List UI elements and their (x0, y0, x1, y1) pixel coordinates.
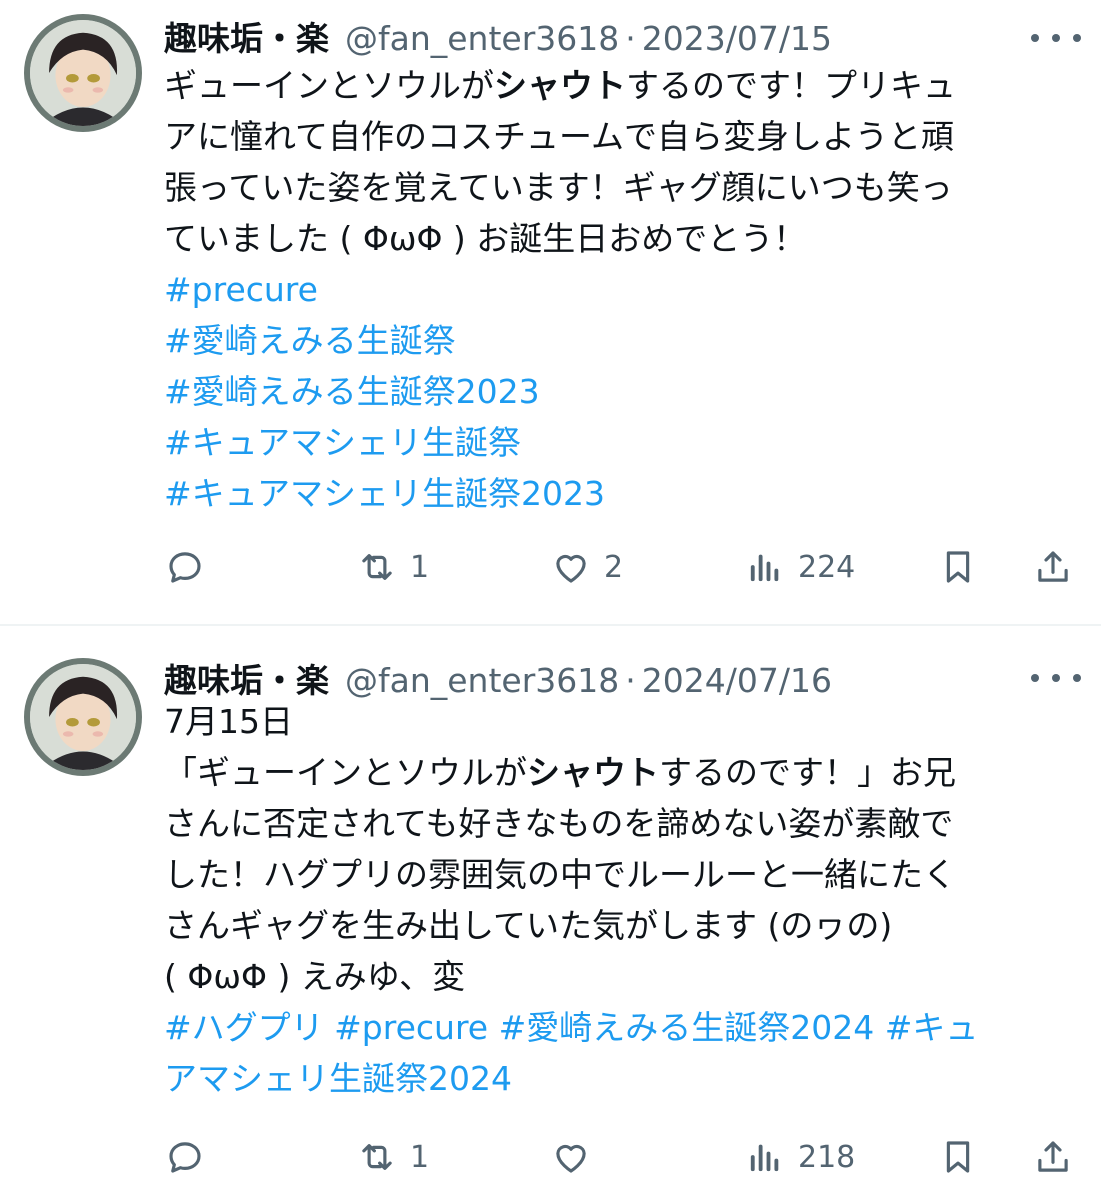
action-bar: 1 2 224 (164, 542, 1082, 592)
bold-text: シャウト (527, 753, 659, 792)
tweet-text: ギューインとソウルがシャウトするのです！プリキュ アに憧れて自作のコスチュームで… (164, 60, 1074, 519)
share-button[interactable] (1032, 542, 1074, 592)
text-segment: するのです！プリキュ (626, 66, 956, 105)
text-segment: ギューインとソウルが (164, 66, 494, 105)
text-line: 張っていた姿を覚えています！ギャグ顔にいつも笑っ (164, 168, 953, 207)
tweet-date[interactable]: 2023/07/15 (642, 19, 832, 58)
action-bar: 1 218 (164, 1132, 1082, 1182)
share-button[interactable] (1032, 1132, 1074, 1182)
text-line: ていました ( ΦωΦ ) お誕生日おめでとう！ (164, 219, 807, 258)
avatar-image (30, 664, 136, 770)
text-line: さんギャグを生み出していた気がします (のヮの) (164, 906, 893, 945)
text-line: アに憧れて自作のコスチュームで自ら変身しようと頑 (164, 117, 955, 156)
avatar-image (30, 20, 136, 126)
tweet-header: 趣味垢・楽 @fan_enter3618 · 2023/07/15 (164, 12, 832, 58)
tweet-2[interactable]: 趣味垢・楽 @fan_enter3618 · 2024/07/16 7月15日 … (0, 626, 1101, 1199)
username-handle[interactable]: @fan_enter3618 (345, 19, 619, 58)
views-count: 218 (798, 1139, 856, 1175)
tweet-date[interactable]: 2024/07/16 (642, 661, 832, 700)
bold-text: シャウト (494, 66, 626, 105)
views-count: 224 (798, 549, 856, 585)
retweet-button[interactable]: 1 (356, 1132, 429, 1182)
text-line: 7月15日 (164, 702, 293, 741)
text-line: 「ギューインとソウルがシャウトするのです！」お兄 (164, 747, 1074, 798)
hashtag-link[interactable]: #precure (164, 264, 1074, 315)
display-name[interactable]: 趣味垢・楽 (164, 654, 329, 702)
retweet-icon (362, 554, 392, 580)
avatar[interactable] (24, 14, 142, 132)
retweet-icon (362, 1144, 392, 1170)
tweet-text: 7月15日 「ギューインとソウルがシャウトするのです！」お兄 さんに否定されても… (164, 696, 1074, 1104)
views-button[interactable]: 224 (744, 542, 855, 592)
separator-dot: · (625, 661, 636, 700)
share-icon (1038, 1141, 1068, 1172)
retweet-count: 1 (410, 1139, 430, 1175)
like-button[interactable] (550, 1132, 604, 1182)
more-icon[interactable] (1031, 28, 1081, 48)
views-button[interactable]: 218 (744, 1132, 855, 1182)
reply-button[interactable] (164, 1132, 218, 1182)
tweet-1[interactable]: 趣味垢・楽 @fan_enter3618 · 2023/07/15 ギューインと… (0, 0, 1101, 625)
text-segment: するのです！」お兄 (659, 753, 956, 792)
username-handle[interactable]: @fan_enter3618 (345, 661, 619, 700)
separator-dot: · (625, 19, 636, 58)
share-icon (1038, 551, 1068, 582)
hashtag-link[interactable]: #キュアマシェリ生誕祭 (164, 417, 1074, 468)
bookmark-button[interactable] (937, 542, 979, 592)
hashtag-link[interactable]: #キュアマシェリ生誕祭2023 (164, 468, 1074, 519)
views-icon (750, 554, 779, 582)
text-line: さんに否定されても好きなものを諦めない姿が素敵で (164, 804, 954, 843)
display-name[interactable]: 趣味垢・楽 (164, 12, 329, 60)
text-line: ( ΦωΦ ) えみゆ、変 (164, 957, 466, 996)
hashtag-link[interactable]: #愛崎えみる生誕祭 (164, 315, 1074, 366)
retweet-count: 1 (410, 549, 430, 585)
reply-icon (169, 552, 201, 583)
bookmark-icon (946, 551, 970, 583)
like-count: 2 (604, 549, 624, 585)
like-button[interactable]: 2 (550, 542, 623, 592)
text-line: した！ハグプリの雰囲気の中でルールーと一緒にたく (164, 855, 956, 894)
text-line: ギューインとソウルがシャウトするのです！プリキュ (164, 60, 1074, 111)
like-icon (556, 554, 586, 583)
views-icon (750, 1144, 779, 1172)
reply-button[interactable] (164, 542, 218, 592)
avatar[interactable] (24, 658, 142, 776)
bookmark-icon (946, 1141, 970, 1173)
text-segment: 「ギューインとソウルが (164, 753, 527, 792)
more-icon[interactable] (1031, 668, 1081, 688)
hashtag-link[interactable]: アマシェリ生誕祭2024 (164, 1053, 1074, 1104)
hashtag-link[interactable]: #愛崎えみる生誕祭2023 (164, 366, 1074, 417)
hashtag-link[interactable]: #ハグプリ #precure #愛崎えみる生誕祭2024 #キュ (164, 1002, 1074, 1053)
reply-icon (169, 1142, 201, 1173)
like-icon (556, 1144, 586, 1173)
retweet-button[interactable]: 1 (356, 542, 429, 592)
tweet-header: 趣味垢・楽 @fan_enter3618 · 2024/07/16 (164, 654, 832, 700)
bookmark-button[interactable] (937, 1132, 979, 1182)
